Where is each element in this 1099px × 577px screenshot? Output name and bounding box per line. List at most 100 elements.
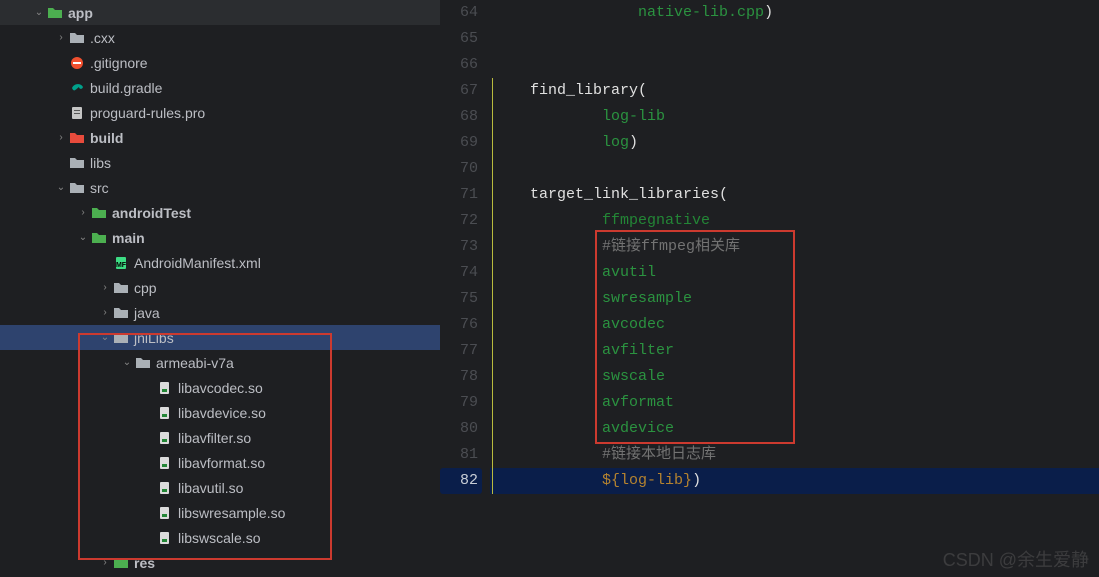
line-number: 77	[440, 338, 478, 364]
code-line[interactable]: swscale	[490, 364, 1099, 390]
chevron-down-icon[interactable]: ⌄	[98, 332, 112, 343]
line-number: 71	[440, 182, 478, 208]
line-number: 75	[440, 286, 478, 312]
code-area[interactable]: native-lib.cpp) find_library( log-lib log…	[490, 0, 1099, 577]
tree-item[interactable]: MFAndroidManifest.xml	[0, 250, 440, 275]
code-line[interactable]: avcodec	[490, 312, 1099, 338]
tree-item[interactable]: ›cpp	[0, 275, 440, 300]
line-number: 72	[440, 208, 478, 234]
chevron-down-icon[interactable]: ⌄	[120, 357, 134, 368]
chevron-down-icon[interactable]: ⌄	[76, 232, 90, 243]
line-number: 65	[440, 26, 478, 52]
tree-item[interactable]: › androidTest	[0, 200, 440, 225]
code-line[interactable]: ${log-lib})	[490, 468, 1099, 494]
tree-item[interactable]: ⌄main	[0, 225, 440, 250]
tree-item[interactable]: build.gradle	[0, 75, 440, 100]
code-line[interactable]	[490, 26, 1099, 52]
chevron-right-icon[interactable]: ›	[98, 557, 112, 568]
code-line[interactable]: ffmpegnative	[490, 208, 1099, 234]
code-editor[interactable]: 64656667686970717273747576777879808182 n…	[440, 0, 1099, 577]
code-line[interactable]: find_library(	[490, 78, 1099, 104]
tree-item-label: androidTest	[112, 205, 191, 221]
code-line[interactable]: target_link_libraries(	[490, 182, 1099, 208]
tree-item[interactable]: .gitignore	[0, 50, 440, 75]
line-number-gutter: 64656667686970717273747576777879808182	[440, 0, 490, 577]
line-number: 69	[440, 130, 478, 156]
lib-icon	[156, 455, 174, 471]
indent-guide	[492, 130, 493, 156]
tree-item[interactable]: libavformat.so	[0, 450, 440, 475]
watermark: CSDN @余生爱静	[943, 546, 1089, 572]
tree-item[interactable]: libs	[0, 150, 440, 175]
line-number: 79	[440, 390, 478, 416]
tree-item[interactable]: libavcodec.so	[0, 375, 440, 400]
tree-item-label: libswscale.so	[178, 530, 260, 546]
code-line[interactable]: avfilter	[490, 338, 1099, 364]
tree-item[interactable]: ›java	[0, 300, 440, 325]
folder-icon	[112, 331, 130, 345]
tree-item-label: src	[90, 180, 109, 196]
line-number: 76	[440, 312, 478, 338]
chevron-right-icon[interactable]: ›	[98, 282, 112, 293]
tree-item[interactable]: libswscale.so	[0, 525, 440, 550]
lib-icon	[156, 405, 174, 421]
chevron-right-icon[interactable]: ›	[98, 307, 112, 318]
lib-icon	[156, 380, 174, 396]
tree-item-label: .gitignore	[90, 55, 148, 71]
tree-item[interactable]: › .cxx	[0, 25, 440, 50]
tree-item[interactable]: libswresample.so	[0, 500, 440, 525]
code-line[interactable]: swresample	[490, 286, 1099, 312]
chevron-right-icon[interactable]: ›	[76, 207, 90, 218]
lib-icon	[156, 505, 174, 521]
folder-icon	[68, 31, 86, 45]
tree-item-label: libavutil.so	[178, 480, 243, 496]
tree-item[interactable]: ⌄ jniLibs	[0, 325, 440, 350]
indent-guide	[492, 442, 493, 468]
line-number: 66	[440, 52, 478, 78]
code-line[interactable]: log-lib	[490, 104, 1099, 130]
tree-item-label: .cxx	[90, 30, 115, 46]
tree-item-label: build.gradle	[90, 80, 162, 96]
folder-icon	[68, 156, 86, 170]
tree-item[interactable]: libavfilter.so	[0, 425, 440, 450]
chevron-down-icon[interactable]: ⌄	[32, 7, 46, 18]
indent-guide	[492, 364, 493, 390]
tree-item[interactable]: proguard-rules.pro	[0, 100, 440, 125]
code-line[interactable]	[490, 156, 1099, 182]
indent-guide	[492, 260, 493, 286]
tree-item-label: libavformat.so	[178, 455, 265, 471]
tree-item-label: AndroidManifest.xml	[134, 255, 261, 271]
indent-guide	[492, 182, 493, 208]
folder-icon	[68, 181, 86, 195]
file-tree[interactable]: ⌄app › .cxx .gitignore build.gradle proguard-…	[0, 0, 440, 577]
tree-item[interactable]: libavdevice.so	[0, 400, 440, 425]
code-line[interactable]	[490, 52, 1099, 78]
tree-item[interactable]: ⌄ armeabi-v7a	[0, 350, 440, 375]
tree-item-label: proguard-rules.pro	[90, 105, 205, 121]
tree-item-label: libavdevice.so	[178, 405, 266, 421]
tree-item-label: res	[134, 555, 155, 571]
code-line[interactable]: avformat	[490, 390, 1099, 416]
indent-guide	[492, 208, 493, 234]
tree-item[interactable]: ⌄ src	[0, 175, 440, 200]
tree-item-label: armeabi-v7a	[156, 355, 234, 371]
line-number: 74	[440, 260, 478, 286]
tree-item[interactable]: › res	[0, 550, 440, 575]
code-line[interactable]: avdevice	[490, 416, 1099, 442]
lib-icon	[156, 430, 174, 446]
tree-item[interactable]: libavutil.so	[0, 475, 440, 500]
tree-item-label: libs	[90, 155, 111, 171]
code-line[interactable]: log)	[490, 130, 1099, 156]
tree-item-label: jniLibs	[134, 330, 174, 346]
code-line[interactable]: #链接ffmpeg相关库	[490, 234, 1099, 260]
line-number: 68	[440, 104, 478, 130]
tree-item[interactable]: ⌄app	[0, 0, 440, 25]
code-line[interactable]: avutil	[490, 260, 1099, 286]
chevron-right-icon[interactable]: ›	[54, 32, 68, 43]
folder-green-icon	[112, 556, 130, 570]
code-line[interactable]: native-lib.cpp)	[490, 0, 1099, 26]
code-line[interactable]: #链接本地日志库	[490, 442, 1099, 468]
chevron-right-icon[interactable]: ›	[54, 132, 68, 143]
tree-item[interactable]: ›build	[0, 125, 440, 150]
chevron-down-icon[interactable]: ⌄	[54, 182, 68, 193]
